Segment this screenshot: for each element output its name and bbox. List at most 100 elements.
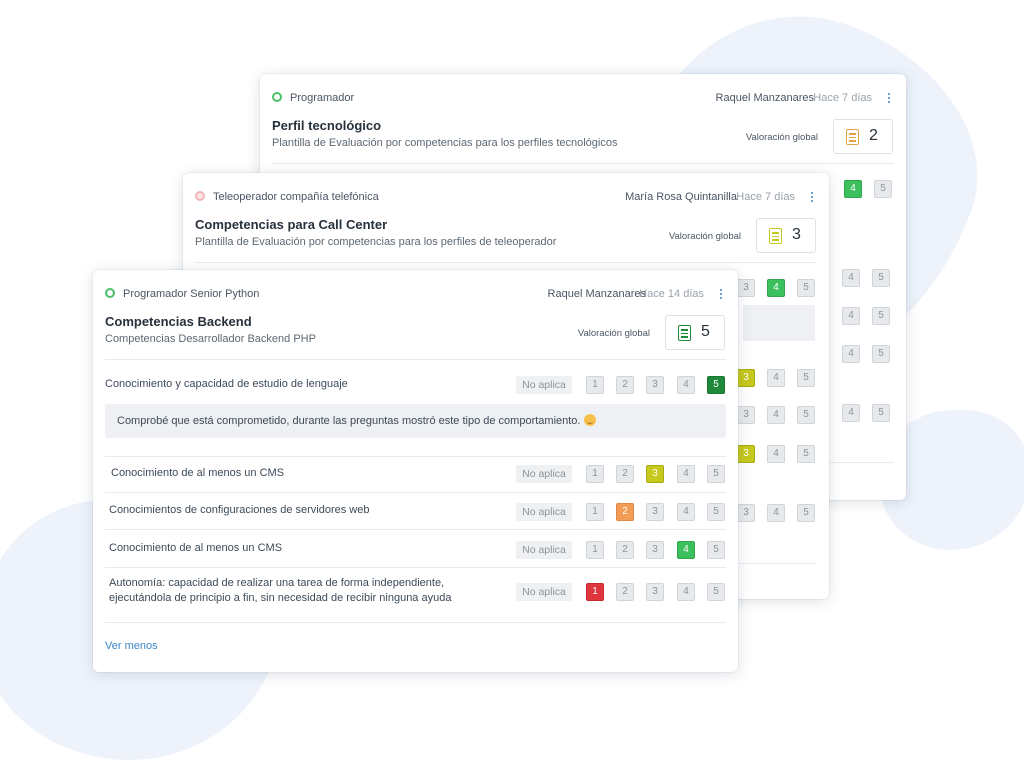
no-aplica-button[interactable]: No aplica — [516, 541, 572, 559]
role-name: Teleoperador compañía telefónica — [213, 191, 379, 203]
clipboard-list-icon — [769, 228, 782, 244]
more-options-icon[interactable] — [716, 286, 726, 302]
score-5-button[interactable]: 5 — [797, 445, 815, 463]
criterion-label: Conocimientos de configuraciones de serv… — [109, 504, 370, 516]
score-4-button[interactable]: 4 — [842, 404, 860, 422]
score-5-button[interactable]: 5 — [797, 279, 815, 297]
score-5-button[interactable]: 5 — [872, 307, 890, 325]
score-3-button[interactable]: 3 — [646, 541, 664, 559]
score-3-button[interactable]: 3 — [737, 369, 755, 387]
divider — [830, 462, 894, 463]
score-4-button[interactable]: 4 — [767, 279, 785, 297]
score-3-button[interactable]: 3 — [737, 445, 755, 463]
card-header: Programador Raquel Manzanares Hace 7 día… — [272, 90, 894, 108]
no-aplica-button[interactable]: No aplica — [516, 465, 572, 483]
comment-text: Comprobé que está comprometido, durante … — [117, 415, 581, 427]
score-5-button[interactable]: 5 — [707, 583, 725, 601]
ver-menos-link[interactable]: Ver menos — [105, 640, 158, 652]
status-dot-icon — [195, 191, 205, 201]
rating-scale: No aplica 1 2 3 4 5 — [516, 540, 726, 560]
divider — [105, 529, 726, 530]
score-2-button[interactable]: 2 — [616, 376, 634, 394]
evaluation-date: Hace 14 días — [639, 288, 704, 300]
no-aplica-button[interactable]: No aplica — [516, 583, 572, 601]
score-5-button[interactable]: 5 — [872, 404, 890, 422]
score-4-button[interactable]: 4 — [677, 376, 695, 394]
valoracion-global-value: 2 — [869, 127, 878, 144]
criterion-row: Conocimiento de al menos un CMS No aplic… — [105, 540, 726, 560]
score-5-button[interactable]: 5 — [874, 180, 892, 198]
no-aplica-button[interactable]: No aplica — [516, 376, 572, 394]
role-name: Programador — [290, 92, 355, 104]
score-3-button[interactable]: 3 — [646, 376, 664, 394]
status-dot-icon — [105, 288, 115, 298]
valoracion-global-box: 3 — [756, 218, 816, 253]
more-options-icon[interactable] — [807, 189, 817, 205]
rating-scale: No aplica 1 2 3 4 5 — [516, 582, 726, 602]
score-3-button[interactable]: 3 — [737, 504, 755, 522]
score-2-button[interactable]: 2 — [616, 465, 634, 483]
criterion-label: Conocimiento y capacidad de estudio de l… — [105, 378, 348, 390]
criterion-label: Autonomía: capacidad de realizar una tar… — [109, 576, 451, 606]
valoracion-global-value: 5 — [701, 323, 710, 340]
valoracion-global-box: 2 — [833, 119, 893, 154]
divider — [195, 262, 817, 263]
score-4-button[interactable]: 4 — [842, 307, 860, 325]
valoracion-global-label: Valoración global — [668, 231, 741, 242]
score-1-button[interactable]: 1 — [586, 465, 604, 483]
criterion-row: Autonomía: capacidad de realizar una tar… — [105, 575, 726, 607]
role-name: Programador Senior Python — [123, 288, 260, 300]
score-4-button[interactable]: 4 — [767, 445, 785, 463]
evaluation-date: Hace 7 días — [813, 92, 872, 104]
score-4-button[interactable]: 4 — [677, 541, 695, 559]
status-dot-icon — [272, 92, 282, 102]
score-3-button[interactable]: 3 — [737, 279, 755, 297]
score-4-button[interactable]: 4 — [677, 465, 695, 483]
valoracion-global-value: 3 — [792, 226, 801, 243]
score-5-button[interactable]: 5 — [797, 504, 815, 522]
score-5-button[interactable]: 5 — [707, 541, 725, 559]
score-1-button[interactable]: 1 — [586, 503, 604, 521]
card-title: Competencias Backend — [105, 314, 252, 329]
score-4-button[interactable]: 4 — [767, 406, 785, 424]
divider — [105, 567, 726, 568]
rating-scale: No aplica 1 2 3 4 5 — [516, 375, 726, 395]
score-4-button[interactable]: 4 — [767, 369, 785, 387]
rating-scale: No aplica 1 2 3 4 5 — [516, 464, 726, 484]
score-5-button[interactable]: 5 — [707, 465, 725, 483]
score-5-button[interactable]: 5 — [707, 376, 725, 394]
criterion-label: Conocimiento de al menos un CMS — [111, 467, 285, 479]
score-3-button[interactable]: 3 — [646, 503, 664, 521]
no-aplica-button[interactable]: No aplica — [516, 503, 572, 521]
score-2-button[interactable]: 2 — [616, 541, 634, 559]
score-4-button[interactable]: 4 — [844, 180, 862, 198]
valoracion-global-label: Valoración global — [577, 328, 650, 339]
score-3-button[interactable]: 3 — [646, 465, 664, 483]
score-4-button[interactable]: 4 — [767, 504, 785, 522]
score-1-button[interactable]: 1 — [586, 541, 604, 559]
score-5-button[interactable]: 5 — [872, 345, 890, 363]
card-subtitle: Plantilla de Evaluación por competencias… — [272, 137, 618, 149]
valoracion-global-box: 5 — [665, 315, 725, 350]
score-4-button[interactable]: 4 — [842, 345, 860, 363]
score-5-button[interactable]: 5 — [797, 369, 815, 387]
score-4-button[interactable]: 4 — [842, 269, 860, 287]
divider — [105, 456, 726, 457]
score-2-button[interactable]: 2 — [616, 583, 634, 601]
card-title: Perfil tecnológico — [272, 118, 382, 133]
score-1-button[interactable]: 1 — [586, 376, 604, 394]
score-2-button[interactable]: 2 — [616, 503, 634, 521]
comment-box — [743, 305, 815, 341]
more-options-icon[interactable] — [884, 90, 894, 106]
score-5-button[interactable]: 5 — [707, 503, 725, 521]
score-3-button[interactable]: 3 — [646, 583, 664, 601]
score-3-button[interactable]: 3 — [737, 406, 755, 424]
score-4-button[interactable]: 4 — [677, 503, 695, 521]
criterion-label-line: Autonomía: capacidad de realizar una tar… — [109, 577, 445, 589]
score-5-button[interactable]: 5 — [797, 406, 815, 424]
evaluation-card-competencias-backend[interactable]: Programador Senior Python Raquel Manzana… — [93, 270, 738, 672]
score-5-button[interactable]: 5 — [872, 269, 890, 287]
score-4-button[interactable]: 4 — [677, 583, 695, 601]
divider — [105, 492, 726, 493]
score-1-button[interactable]: 1 — [586, 583, 604, 601]
